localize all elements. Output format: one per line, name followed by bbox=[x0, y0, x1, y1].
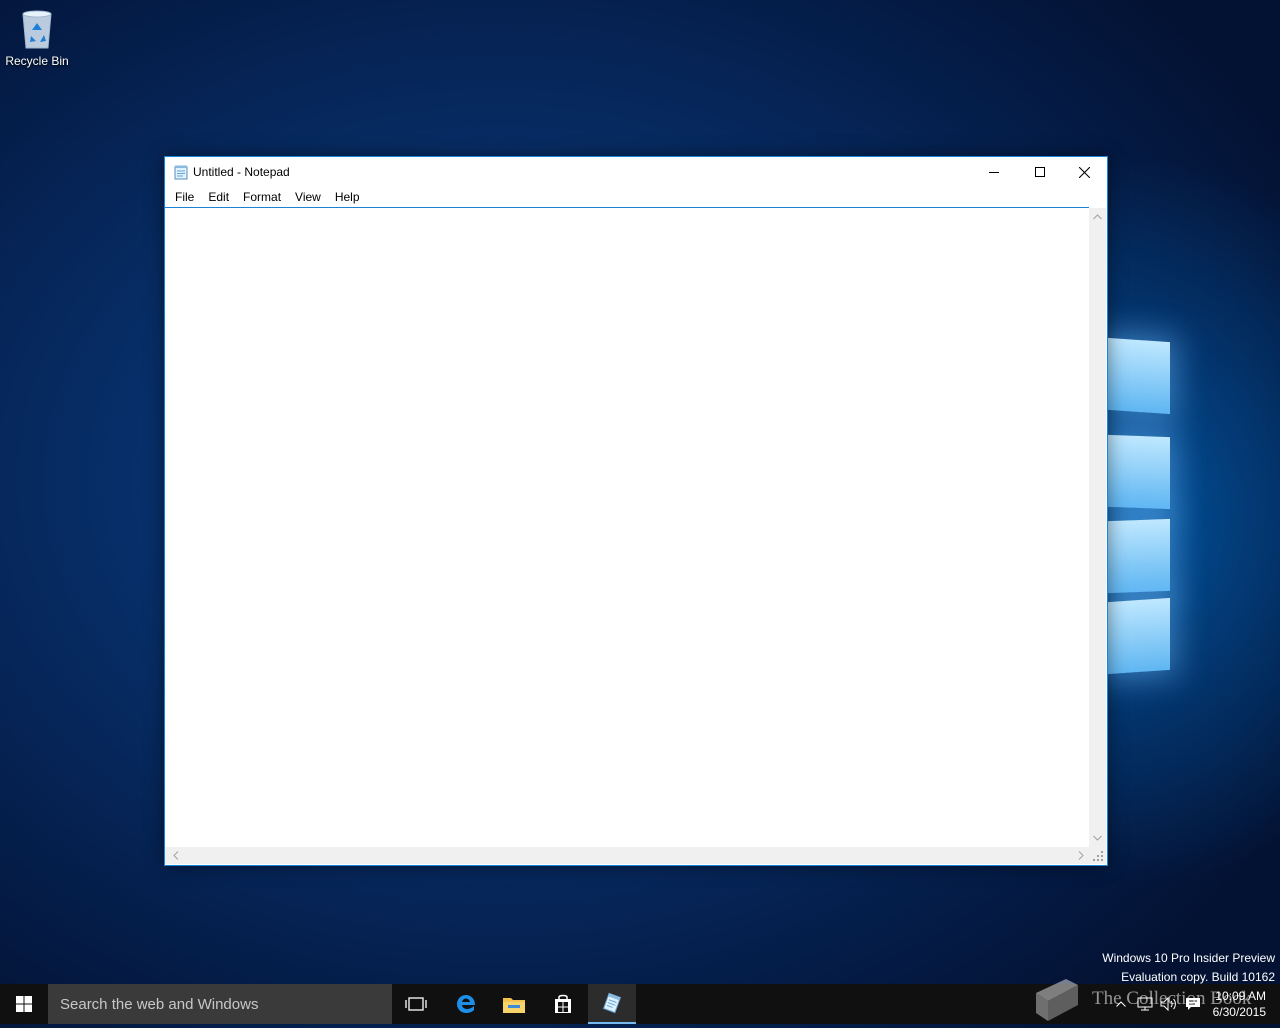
maximize-button[interactable] bbox=[1017, 157, 1063, 187]
resize-grip[interactable] bbox=[1089, 847, 1106, 864]
notepad-icon bbox=[174, 165, 188, 180]
scroll-right-arrow[interactable] bbox=[1072, 847, 1089, 864]
menu-format[interactable]: Format bbox=[236, 188, 288, 207]
scroll-left-arrow[interactable] bbox=[167, 847, 184, 864]
close-button[interactable] bbox=[1061, 157, 1107, 187]
resize-grip-icon bbox=[1093, 851, 1103, 861]
recycle-bin-icon bbox=[19, 8, 55, 50]
taskbar: Search the web and Windows 10:09 AM 6/30… bbox=[0, 984, 1280, 1024]
chevron-down-icon bbox=[1093, 835, 1102, 841]
windows-start-icon bbox=[16, 996, 32, 1012]
menu-file[interactable]: File bbox=[168, 188, 201, 207]
minimize-button[interactable] bbox=[971, 157, 1017, 187]
window-title: Untitled - Notepad bbox=[193, 165, 290, 179]
overlay-watermark-text: The Collection Book bbox=[1092, 988, 1252, 1009]
search-placeholder: Search the web and Windows bbox=[60, 996, 259, 1013]
notepad-window: Untitled - Notepad File Edit Format View… bbox=[164, 156, 1108, 866]
edge-button[interactable] bbox=[442, 984, 490, 1024]
menu-bar: File Edit Format View Help bbox=[165, 187, 1107, 207]
menu-view[interactable]: View bbox=[288, 188, 328, 207]
windows-logo-wallpaper bbox=[1108, 337, 1173, 680]
horizontal-scrollbar[interactable] bbox=[165, 847, 1089, 864]
chevron-right-icon bbox=[1078, 851, 1084, 860]
edge-icon bbox=[457, 995, 475, 1013]
minimize-icon bbox=[989, 172, 999, 173]
notepad-taskbar-button[interactable] bbox=[588, 984, 636, 1024]
evaluation-watermark: Windows 10 Pro Insider Preview Evaluatio… bbox=[1102, 949, 1275, 987]
store-icon bbox=[555, 994, 571, 1013]
title-bar[interactable]: Untitled - Notepad bbox=[165, 157, 1107, 187]
scroll-up-arrow[interactable] bbox=[1089, 208, 1106, 225]
notepad-icon bbox=[602, 992, 622, 1014]
text-editor-area[interactable] bbox=[165, 207, 1089, 848]
search-box[interactable]: Search the web and Windows bbox=[48, 984, 392, 1024]
chevron-left-icon bbox=[172, 851, 178, 860]
watermark-line-1: Windows 10 Pro Insider Preview bbox=[1102, 951, 1275, 965]
recycle-bin-label: Recycle Bin bbox=[5, 54, 69, 68]
file-explorer-icon bbox=[503, 998, 525, 1013]
task-view-button[interactable] bbox=[392, 984, 440, 1024]
maximize-icon bbox=[1035, 167, 1045, 177]
task-view-icon bbox=[405, 997, 427, 1011]
menu-edit[interactable]: Edit bbox=[201, 188, 236, 207]
file-explorer-button[interactable] bbox=[490, 984, 538, 1024]
store-button[interactable] bbox=[539, 984, 587, 1024]
chevron-up-icon bbox=[1093, 213, 1102, 219]
start-button[interactable] bbox=[0, 984, 48, 1024]
scroll-down-arrow[interactable] bbox=[1089, 829, 1106, 846]
close-icon bbox=[1078, 166, 1090, 178]
menu-help[interactable]: Help bbox=[328, 188, 367, 207]
vertical-scrollbar[interactable] bbox=[1089, 208, 1106, 847]
book-icon bbox=[1030, 975, 1082, 1023]
desktop-icon-recycle-bin[interactable]: Recycle Bin bbox=[4, 8, 70, 68]
